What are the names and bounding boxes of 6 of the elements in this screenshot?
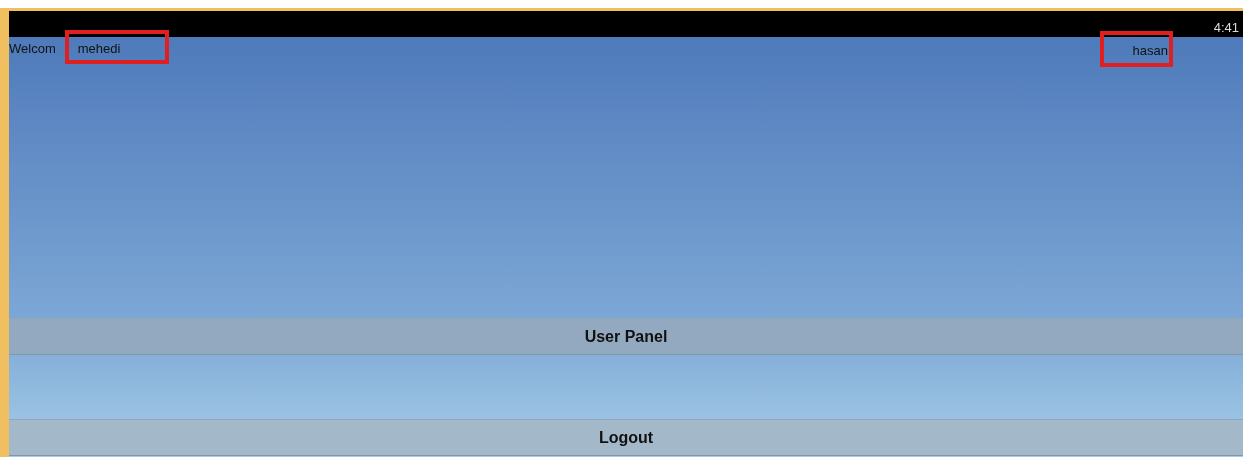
- welcome-label: Welcom: [9, 41, 56, 56]
- last-name-label: hasan: [1132, 42, 1168, 58]
- menu-button[interactable]: Logout: [9, 419, 1243, 456]
- status-time: 4:41: [1213, 20, 1239, 35]
- menu-button[interactable]: User Panel: [9, 318, 1243, 355]
- first-name-label: mehedi: [77, 41, 121, 56]
